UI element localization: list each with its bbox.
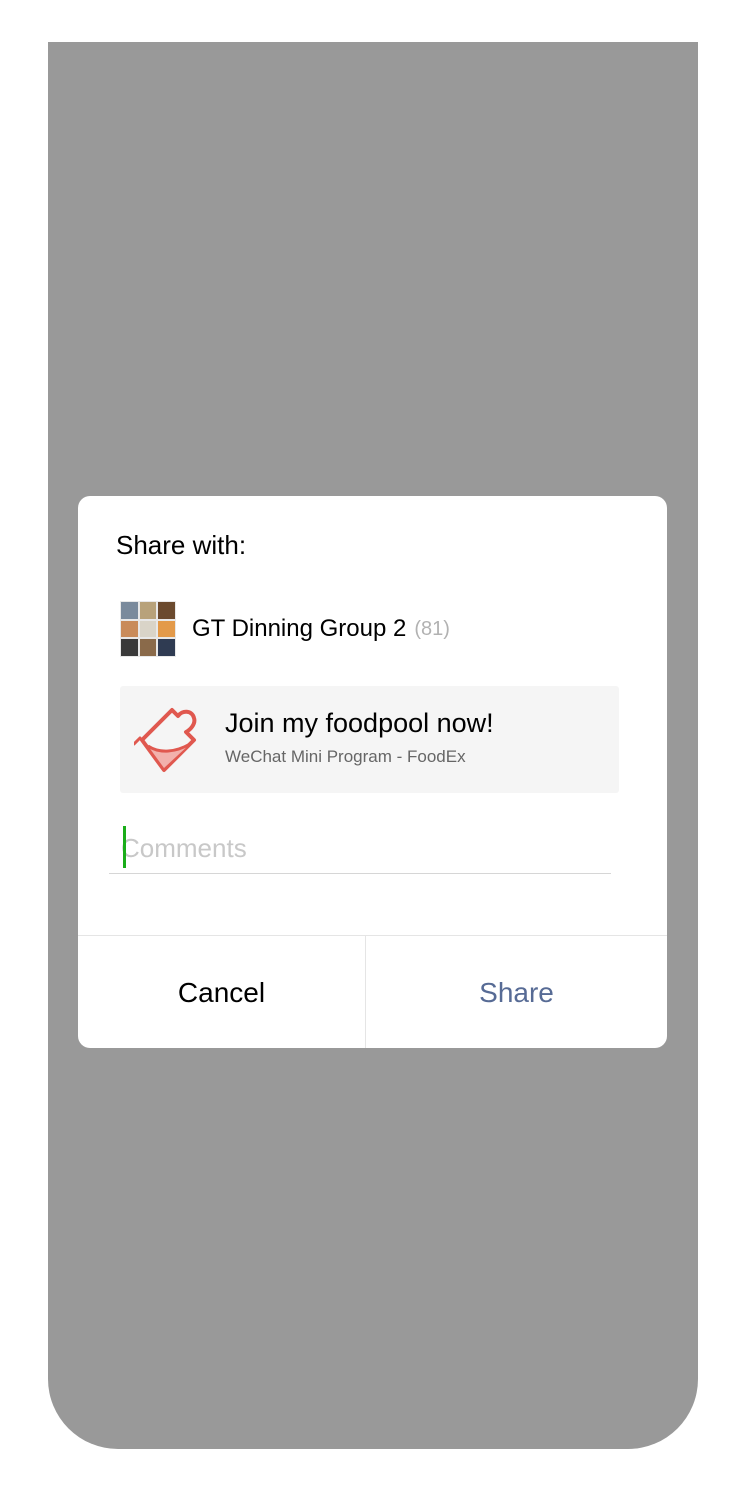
dialog-title: Share with: [116, 530, 247, 560]
avatar-tile [158, 602, 175, 619]
share-dialog: Share with: GT Dinning Group 2 (81) Join… [78, 496, 667, 1048]
puzzle-bowl-logo-icon [134, 708, 197, 772]
avatar-tile [139, 602, 157, 619]
avatar-tile [158, 639, 175, 656]
share-button[interactable]: Share [366, 936, 667, 1048]
text-cursor [123, 826, 126, 868]
group-avatar [120, 601, 176, 657]
cancel-button[interactable]: Cancel [78, 936, 366, 1048]
avatar-tile [139, 620, 157, 638]
dialog-actions: Cancel Share [78, 935, 667, 1048]
recipient-row: GT Dinning Group 2 (81) [120, 601, 450, 657]
recipient-name: GT Dinning Group 2 [192, 615, 407, 642]
card-title: Join my foodpool now! [225, 708, 494, 738]
comments-input[interactable] [109, 824, 611, 874]
mini-program-card: Join my foodpool now! WeChat Mini Progra… [120, 686, 619, 793]
avatar-tile [121, 620, 138, 638]
avatar-tile [121, 602, 138, 619]
avatar-tile [121, 639, 138, 656]
recipient-member-count: (81) [414, 617, 450, 640]
avatar-tile [139, 639, 157, 656]
card-subtitle: WeChat Mini Program - FoodEx [225, 747, 466, 766]
avatar-tile [158, 620, 175, 638]
